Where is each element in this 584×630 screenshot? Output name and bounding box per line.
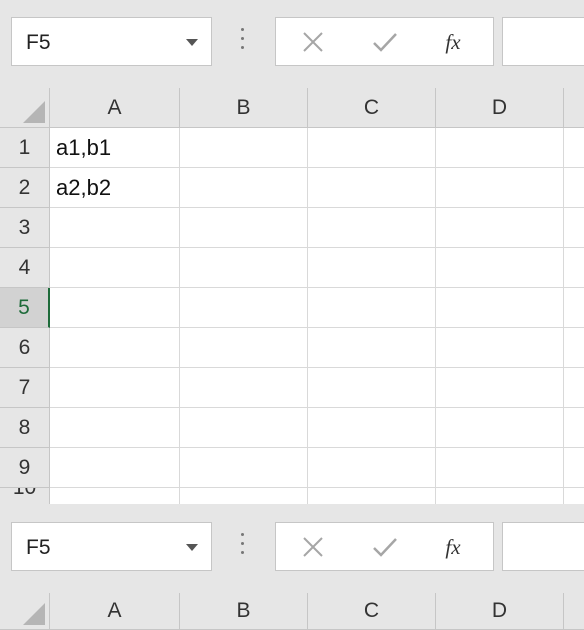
row-header-4[interactable]: 4 [0, 248, 50, 288]
cell-b1[interactable] [180, 128, 308, 168]
cell-c7[interactable] [308, 368, 436, 408]
name-box-value: F5 [26, 31, 51, 54]
cell-d8[interactable] [436, 408, 564, 448]
cell-b9[interactable] [180, 448, 308, 488]
row-header-8[interactable]: 8 [0, 408, 50, 448]
cell-e6[interactable] [564, 328, 584, 368]
row-header-9[interactable]: 9 [0, 448, 50, 488]
cancel-icon[interactable] [296, 531, 330, 563]
formula-buttons-2: fx [275, 522, 494, 571]
cell-b7[interactable] [180, 368, 308, 408]
cell-e3[interactable] [564, 208, 584, 248]
row-header-6[interactable]: 6 [0, 328, 50, 368]
select-all-icon [23, 101, 45, 123]
formula-buttons: fx [275, 17, 494, 66]
cell-b2[interactable] [180, 168, 308, 208]
cell-a5[interactable] [50, 288, 180, 328]
formula-input-2[interactable] [502, 522, 584, 571]
cell-e1[interactable] [564, 128, 584, 168]
select-all-button[interactable] [0, 88, 50, 128]
row-header-10-label: 10 [0, 488, 49, 500]
cell-a7[interactable] [50, 368, 180, 408]
excel-window-top: F5 fx A B C D 1 a1,b1 2 a2,b2 3 4 5 6 7 … [0, 0, 584, 505]
row-header-10[interactable]: 10 [0, 488, 50, 504]
column-header-a[interactable]: A [50, 88, 180, 128]
cell-a8[interactable] [50, 408, 180, 448]
insert-function-button[interactable]: fx [436, 26, 470, 58]
cell-c3[interactable] [308, 208, 436, 248]
cell-d6[interactable] [436, 328, 564, 368]
formula-bar-area: F5 fx [0, 0, 584, 88]
cell-c6[interactable] [308, 328, 436, 368]
cell-d7[interactable] [436, 368, 564, 408]
cell-a6[interactable] [50, 328, 180, 368]
cell-b5[interactable] [180, 288, 308, 328]
row-header-7[interactable]: 7 [0, 368, 50, 408]
formula-bar-area-2: F5 fx [0, 505, 584, 593]
cell-c1[interactable] [308, 128, 436, 168]
row-header-3[interactable]: 3 [0, 208, 50, 248]
chevron-down-icon[interactable] [186, 39, 198, 46]
select-all-button-2[interactable] [0, 593, 50, 630]
cell-c5[interactable] [308, 288, 436, 328]
column-header-b-2[interactable]: B [180, 593, 308, 630]
row-header-1[interactable]: 1 [0, 128, 50, 168]
cell-a1[interactable]: a1,b1 [50, 128, 180, 168]
cell-e9[interactable] [564, 448, 584, 488]
column-header-d[interactable]: D [436, 88, 564, 128]
cell-e5[interactable] [564, 288, 584, 328]
chevron-down-icon[interactable] [186, 544, 198, 551]
name-box[interactable]: F5 [11, 17, 212, 66]
select-all-icon [23, 603, 45, 625]
cell-b6[interactable] [180, 328, 308, 368]
cell-d9[interactable] [436, 448, 564, 488]
cell-a4[interactable] [50, 248, 180, 288]
cell-d5[interactable] [436, 288, 564, 328]
excel-window-bottom: F5 fx A B C D [0, 505, 584, 630]
cell-c4[interactable] [308, 248, 436, 288]
cell-d10[interactable] [436, 488, 564, 504]
column-header-e-partial-2[interactable] [564, 593, 584, 630]
cell-c10[interactable] [308, 488, 436, 504]
name-box-value-2: F5 [26, 536, 51, 559]
cell-e7[interactable] [564, 368, 584, 408]
cell-d1[interactable] [436, 128, 564, 168]
name-box-2[interactable]: F5 [11, 522, 212, 571]
more-options-icon[interactable] [241, 28, 245, 56]
column-header-c-2[interactable]: C [308, 593, 436, 630]
cell-b4[interactable] [180, 248, 308, 288]
more-options-icon[interactable] [241, 533, 245, 561]
row-header-2[interactable]: 2 [0, 168, 50, 208]
cell-d3[interactable] [436, 208, 564, 248]
cell-a2[interactable]: a2,b2 [50, 168, 180, 208]
cell-e2[interactable] [564, 168, 584, 208]
insert-function-button-2[interactable]: fx [436, 531, 470, 563]
cell-e4[interactable] [564, 248, 584, 288]
cell-b8[interactable] [180, 408, 308, 448]
cell-b3[interactable] [180, 208, 308, 248]
cell-c8[interactable] [308, 408, 436, 448]
cell-c9[interactable] [308, 448, 436, 488]
cell-e10[interactable] [564, 488, 584, 504]
cancel-icon[interactable] [296, 26, 330, 58]
column-header-e-partial[interactable] [564, 88, 584, 128]
column-header-d-2[interactable]: D [436, 593, 564, 630]
column-header-a-2[interactable]: A [50, 593, 180, 630]
formula-input[interactable] [502, 17, 584, 66]
column-header-b[interactable]: B [180, 88, 308, 128]
column-header-c[interactable]: C [308, 88, 436, 128]
cell-a9[interactable] [50, 448, 180, 488]
row-header-5[interactable]: 5 [0, 288, 50, 328]
cell-a3[interactable] [50, 208, 180, 248]
check-icon[interactable] [368, 531, 402, 563]
check-icon[interactable] [368, 26, 402, 58]
cell-d4[interactable] [436, 248, 564, 288]
cell-c2[interactable] [308, 168, 436, 208]
cell-e8[interactable] [564, 408, 584, 448]
cell-d2[interactable] [436, 168, 564, 208]
cell-a10[interactable] [50, 488, 180, 504]
cell-b10[interactable] [180, 488, 308, 504]
